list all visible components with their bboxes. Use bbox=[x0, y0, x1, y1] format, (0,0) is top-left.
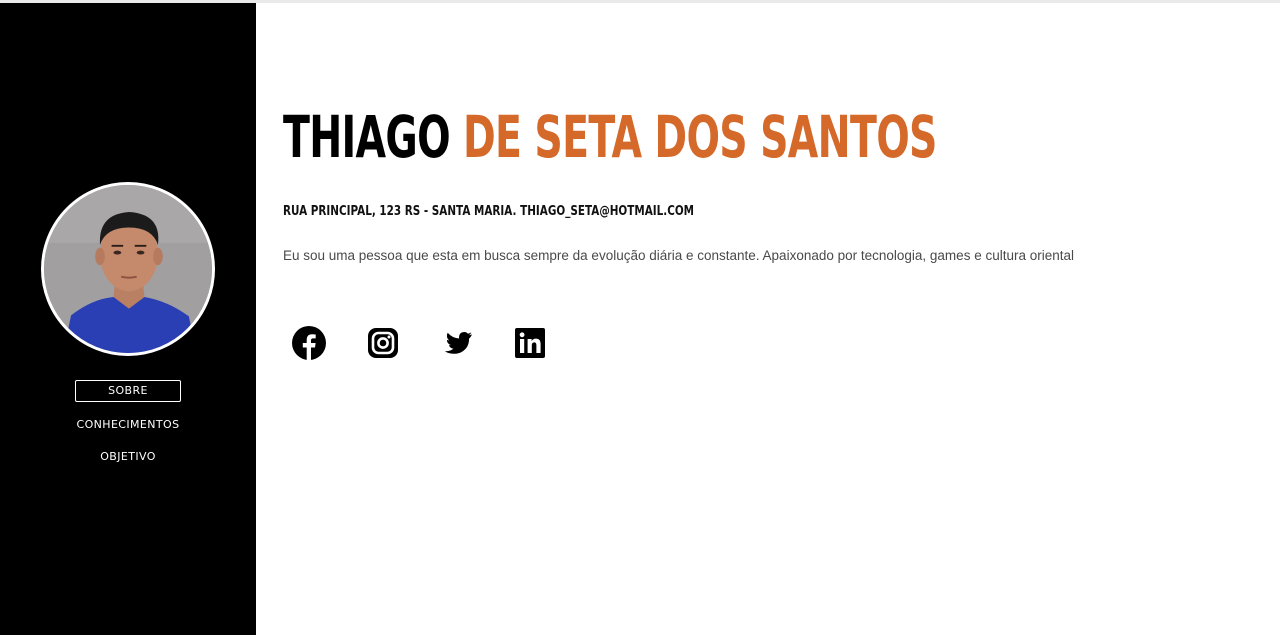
facebook-link[interactable] bbox=[292, 326, 326, 360]
avatar-photo bbox=[44, 185, 212, 353]
nav-item-conhecimentos[interactable]: CONHECIMENTOS bbox=[77, 415, 180, 435]
instagram-link[interactable] bbox=[366, 326, 400, 360]
facebook-icon bbox=[292, 326, 326, 360]
instagram-icon bbox=[368, 328, 398, 358]
sidebar: SOBRE CONHECIMENTOS OBJETIVO bbox=[0, 3, 256, 635]
last-name: DE SETA DOS SANTOS bbox=[462, 103, 937, 171]
avatar bbox=[41, 182, 215, 356]
bio-text: Eu sou uma pessoa que esta em busca semp… bbox=[283, 248, 1074, 263]
nav-item-objetivo[interactable]: OBJETIVO bbox=[100, 447, 156, 467]
twitter-icon bbox=[444, 332, 472, 354]
page-title: THIAGO DE SETA DOS SANTOS bbox=[283, 103, 937, 171]
twitter-link[interactable] bbox=[439, 326, 473, 360]
nav-item-sobre[interactable]: SOBRE bbox=[75, 380, 181, 402]
linkedin-link[interactable] bbox=[513, 326, 547, 360]
contact-address: RUA PRINCIPAL, 123 RS - SANTA MARIA. THI… bbox=[283, 204, 695, 219]
first-name: THIAGO bbox=[283, 103, 451, 171]
linkedin-icon bbox=[515, 328, 545, 358]
